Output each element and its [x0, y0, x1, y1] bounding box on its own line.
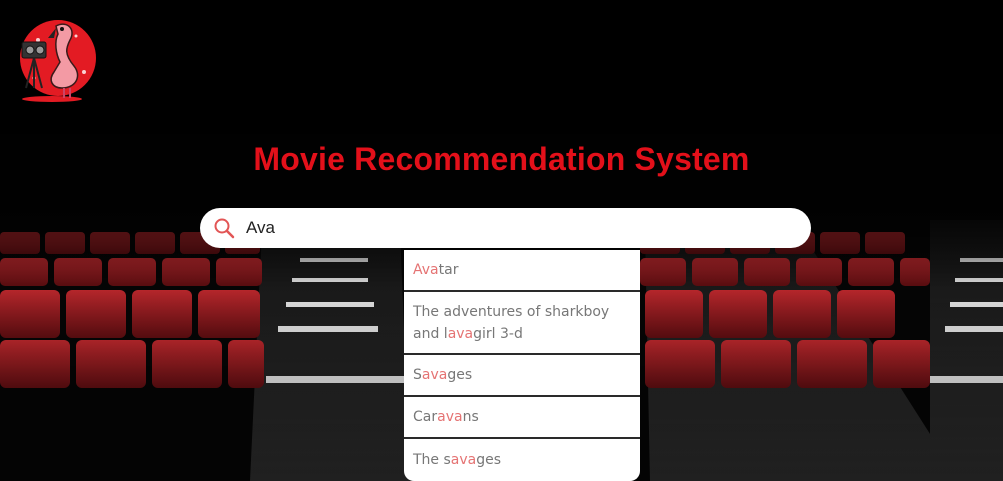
match-highlight: ava: [437, 409, 463, 425]
suggestion-text: Caravans: [413, 409, 479, 425]
search-bar[interactable]: [200, 208, 811, 248]
suggestion-item[interactable]: Savages: [404, 355, 640, 397]
suggestions-dropdown: Avatar The adventures of sharkboy and la…: [404, 250, 640, 481]
suggestion-text: The savages: [413, 452, 502, 468]
match-highlight: ava: [421, 367, 448, 383]
suggestion-item[interactable]: Caravans: [404, 397, 640, 439]
search-input[interactable]: [246, 214, 786, 242]
match-highlight: ava: [447, 325, 474, 342]
suggestion-item[interactable]: The adventures of sharkboy and lavagirl …: [404, 292, 640, 355]
match-highlight: Ava: [413, 262, 439, 278]
suggestion-item[interactable]: Avatar: [404, 250, 640, 292]
match-highlight: ava: [450, 452, 477, 468]
suggestion-text: Savages: [413, 367, 473, 383]
search-icon: [214, 218, 235, 239]
page-title: Movie Recommendation System: [253, 141, 750, 177]
suggestion-item[interactable]: The savages: [404, 439, 640, 481]
suggestion-text: The adventures of sharkboy and lavagirl …: [413, 303, 610, 342]
flamingo-camera-logo: [20, 20, 96, 102]
suggestion-text: Avatar: [413, 262, 459, 278]
